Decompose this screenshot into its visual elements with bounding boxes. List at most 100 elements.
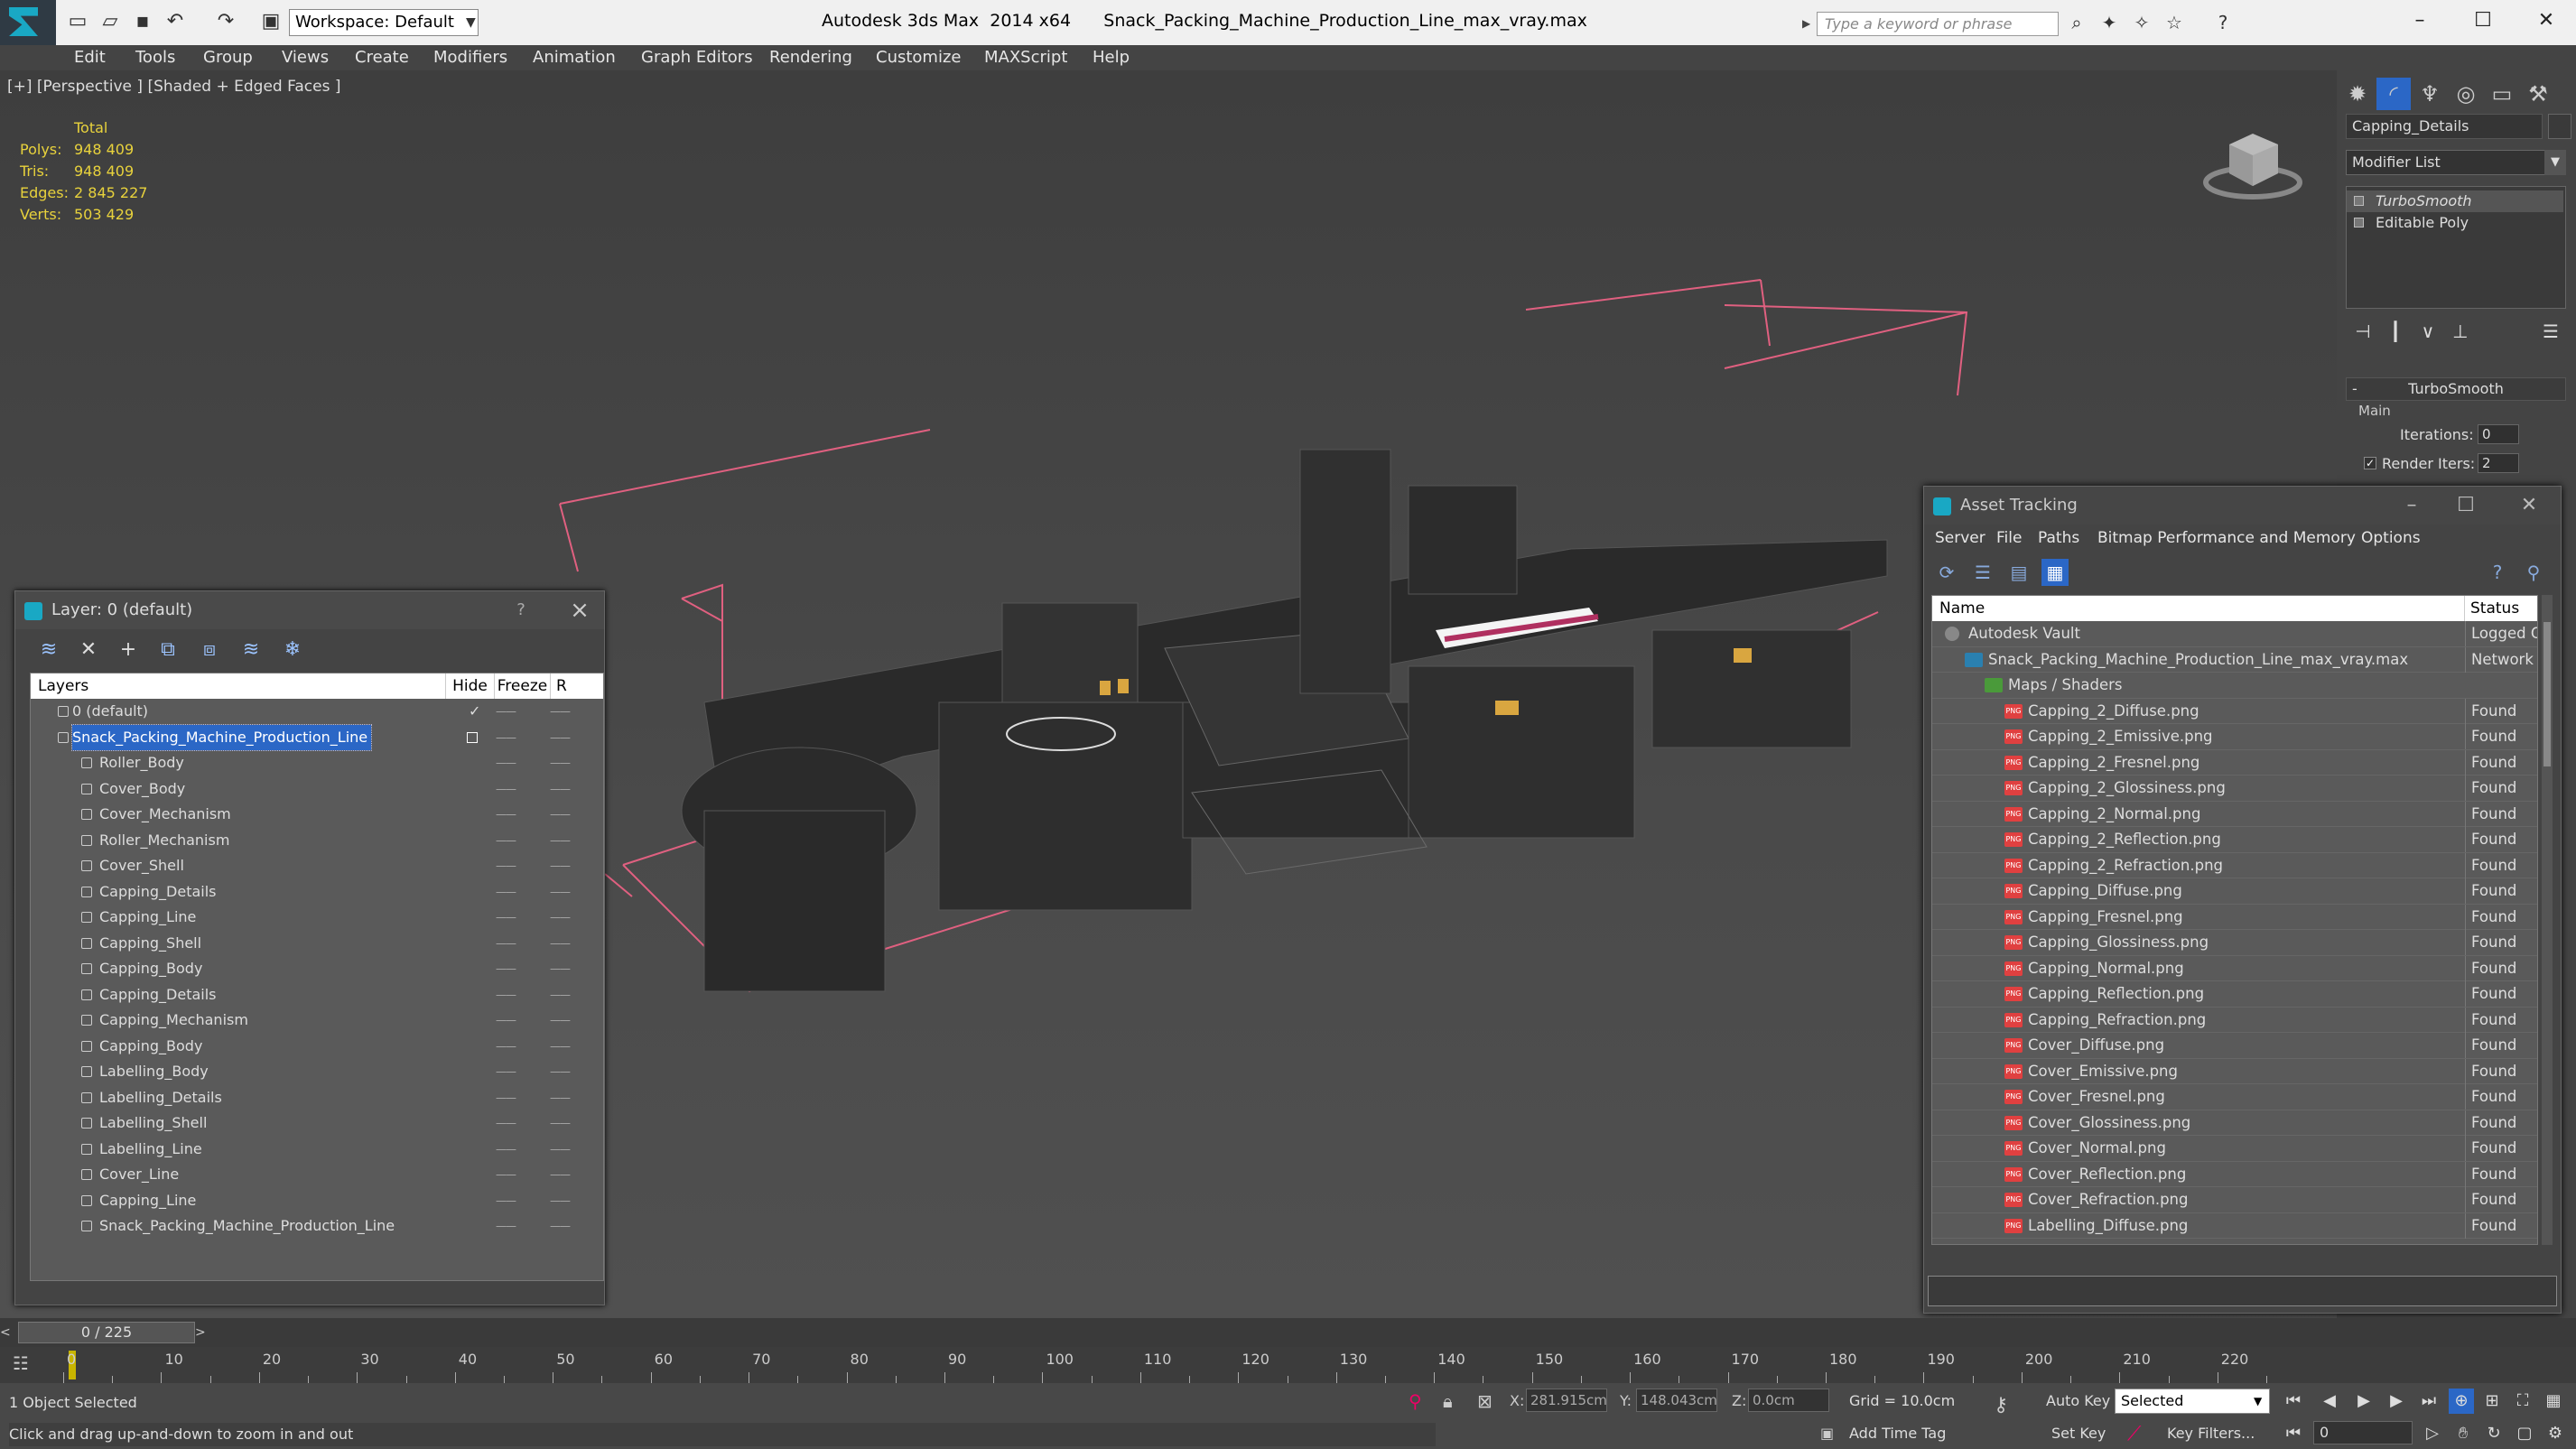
layer-row[interactable]: 0 (default) ✓ —— —— (31, 699, 603, 725)
layer-row[interactable]: Cover_Body —— —— (31, 776, 603, 803)
iterations-spinner[interactable]: 0 (2478, 424, 2519, 444)
modifier-list-dropdown[interactable]: Modifier List (2346, 150, 2566, 175)
layer-name[interactable]: Capping_Line (99, 905, 200, 930)
isolate-selection-icon[interactable]: ⚲ (1409, 1390, 1422, 1412)
layer-name[interactable]: Snack_Packing_Machine_Production_Line (99, 1213, 398, 1239)
menu-graph-editors[interactable]: Graph Editors (641, 45, 753, 70)
menu-group[interactable]: Group (203, 45, 253, 70)
stack-item-editable-poly[interactable]: Editable Poly (2347, 212, 2563, 234)
asset-row[interactable]: PNG Capping_Diffuse.png Found (1932, 878, 2537, 905)
viewcube-icon[interactable] (2199, 117, 2307, 208)
selection-lock-icon[interactable]: 🔒︎ (1443, 1390, 1453, 1412)
hide-toggle[interactable]: —— (496, 982, 516, 1008)
save-file-icon[interactable]: ▪ (130, 9, 155, 34)
open-file-icon[interactable]: ▱ (98, 9, 123, 34)
col-status[interactable]: Status (2465, 596, 2537, 621)
layer-name[interactable]: Capping_Details (99, 982, 220, 1008)
asset-row[interactable]: Autodesk Vault Logged Out (1932, 621, 2537, 647)
freeze-toggle[interactable]: —— (550, 1213, 571, 1239)
layer-name[interactable]: Roller_Body (99, 750, 188, 776)
hide-toggle[interactable]: —— (496, 1213, 516, 1239)
layer-name[interactable]: Capping_Body (99, 1034, 206, 1059)
layer-row[interactable]: Snack_Packing_Machine_Production_Line —— —… (31, 1213, 603, 1240)
asset-row[interactable]: PNG Capping_Normal.png Found (1932, 955, 2537, 981)
asset-row[interactable]: PNG Capping_2_Emissive.png Found (1932, 724, 2537, 750)
orbit-icon[interactable]: ↻ (2481, 1421, 2506, 1446)
hide-toggle[interactable]: —— (496, 879, 516, 905)
layer-name[interactable]: Cover_Line (99, 1162, 182, 1187)
turbosmooth-rollout-header[interactable]: TurboSmooth (2346, 377, 2566, 401)
freeze-toggle[interactable]: —— (550, 1008, 571, 1033)
add-to-layer-icon[interactable]: + (113, 635, 144, 665)
add-time-tag[interactable]: Add Time Tag (1849, 1425, 1946, 1442)
menu-modifiers[interactable]: Modifiers (433, 45, 507, 70)
list-view-icon[interactable]: ☰ (1969, 559, 1996, 586)
layer-name[interactable]: Capping_Shell (99, 931, 205, 956)
object-color-swatch[interactable] (2548, 114, 2571, 139)
time-slider-thumb[interactable]: 0 / 225 (18, 1322, 195, 1343)
menu-maxscript[interactable]: MAXScript (984, 45, 1067, 70)
create-tab-icon[interactable]: ✹ (2340, 78, 2375, 110)
render-iters-spinner[interactable]: 2 (2478, 453, 2519, 473)
asset-row[interactable]: PNG Cover_Glossiness.png Found (1932, 1110, 2537, 1136)
zoom-extents-icon[interactable]: ⛶ (2510, 1389, 2535, 1414)
menu-bitmap-performance[interactable]: Bitmap Performance and Memory (2097, 525, 2356, 552)
viewport-label[interactable]: [+] [Perspective ] [Shaded + Edged Faces… (7, 78, 340, 96)
freeze-toggle[interactable]: —— (550, 776, 571, 802)
track-bar[interactable]: ☷ 0 10 20 30 40 50 60 70 80 90 100 110 120 130 140 150 1… (0, 1347, 2576, 1383)
freeze-toggle[interactable]: —— (550, 1110, 571, 1136)
menu-options[interactable]: Options (2361, 525, 2421, 552)
layer-name[interactable]: Cover_Body (99, 776, 189, 802)
layer-name[interactable]: Cover_Mechanism (99, 802, 235, 827)
binoculars-icon[interactable]: ⌕ (2064, 11, 2089, 34)
freeze-toggle[interactable]: —— (550, 1188, 571, 1213)
col-layers[interactable]: Layers (31, 673, 446, 699)
asset-row[interactable]: PNG Capping_Fresnel.png Found (1932, 904, 2537, 930)
hide-toggle[interactable]: —— (496, 828, 516, 853)
hide-toggle[interactable]: —— (496, 725, 516, 750)
hide-toggle[interactable]: —— (496, 931, 516, 956)
subscription-icon[interactable]: ✦ (2097, 11, 2122, 34)
hide-toggle[interactable]: —— (496, 1008, 516, 1033)
layer-name[interactable]: Labelling_Details (99, 1085, 226, 1110)
minimize-button[interactable]: – (2385, 487, 2439, 525)
col-freeze[interactable]: Freeze (495, 673, 551, 699)
col-hide[interactable]: Hide (446, 673, 495, 699)
layer-name[interactable]: Capping_Body (99, 956, 206, 981)
menu-paths[interactable]: Paths (2038, 525, 2079, 552)
hide-toggle[interactable]: —— (496, 699, 516, 724)
mini-curve-editor-icon[interactable]: ☷ (13, 1352, 29, 1374)
asset-row[interactable]: PNG Capping_2_Diffuse.png Found (1932, 698, 2537, 724)
pin-icon[interactable]: ⚲ (2520, 559, 2547, 586)
search-expand-icon[interactable]: ▶ (1802, 12, 1817, 36)
next-frame-icon[interactable]: ▶ (2384, 1389, 2409, 1414)
layer-row[interactable]: Labelling_Line —— —— (31, 1137, 603, 1163)
layer-name[interactable]: Snack_Packing_Machine_Production_Line (70, 723, 373, 751)
menu-rendering[interactable]: Rendering (769, 45, 852, 70)
freeze-toggle[interactable]: —— (550, 699, 571, 724)
layer-row[interactable]: Snack_Packing_Machine_Production_Line —— —… (31, 723, 603, 751)
create-layer-icon[interactable]: ≋ (33, 635, 64, 665)
freeze-toggle[interactable]: —— (550, 879, 571, 905)
menu-file[interactable]: File (1996, 525, 2022, 552)
undo-icon[interactable]: ↶ (163, 9, 188, 34)
fov-icon[interactable]: ▷ (2420, 1421, 2445, 1446)
time-config-icon[interactable]: ⚙ (2543, 1421, 2568, 1446)
zoom-all-icon[interactable]: ⊞ (2479, 1389, 2505, 1414)
time-tag-icon[interactable]: ▣ (1820, 1425, 1834, 1442)
hide-toggle[interactable]: —— (496, 750, 516, 776)
layer-row[interactable]: Cover_Shell —— —— (31, 853, 603, 879)
layer-row[interactable]: Capping_Details —— —— (31, 982, 603, 1008)
asset-path-field[interactable] (1928, 1276, 2557, 1306)
help-button[interactable]: ? (503, 591, 539, 629)
layer-row[interactable]: Capping_Body —— —— (31, 1034, 603, 1060)
layer-row[interactable]: Capping_Details —— —— (31, 879, 603, 906)
menu-customize[interactable]: Customize (876, 45, 961, 70)
active-layer-check-icon[interactable]: ✓ (469, 699, 480, 724)
asset-row[interactable]: PNG Capping_Glossiness.png Found (1932, 930, 2537, 956)
help-icon[interactable]: ? (2210, 11, 2236, 34)
layer-row[interactable]: Capping_Shell —— —— (31, 931, 603, 957)
hide-toggle[interactable]: —— (496, 1137, 516, 1162)
object-name-field[interactable]: Capping_Details (2346, 114, 2543, 139)
layer-name[interactable]: Capping_Mechanism (99, 1008, 252, 1033)
